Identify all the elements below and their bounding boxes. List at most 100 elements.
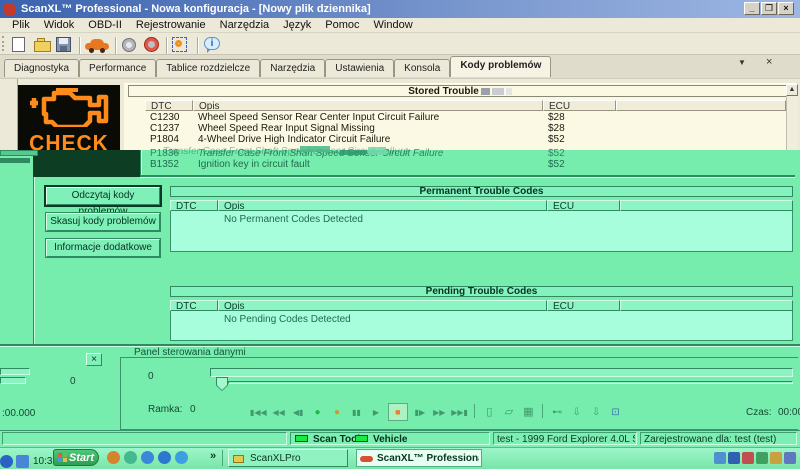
tab-diagnostyka[interactable]: Diagnostyka	[4, 59, 79, 77]
record-icon[interactable]: ●	[310, 405, 325, 421]
table-row[interactable]: C1237 Wheel Speed Rear Input Signal Miss…	[145, 123, 786, 134]
vehicle-icon[interactable]	[85, 36, 111, 53]
about-info-icon[interactable]: i	[204, 36, 222, 53]
tray-icon[interactable]	[728, 452, 740, 464]
new-log-icon[interactable]: ▯	[482, 404, 497, 420]
playback-controls: ▮◀◀ ◀◀ ◀▮ ● ● ▮▮ ▶ ■ ▮▶ ▶▶ ▶▶▮ ▯ ▱ ▦ ⊷ ⇩…	[250, 402, 623, 420]
inspect-icon[interactable]: ⊡	[608, 405, 623, 421]
stored-codes-title: Stored Trouble	[128, 85, 792, 97]
tray-icon[interactable]	[770, 452, 782, 464]
tray-icon[interactable]	[714, 452, 726, 464]
quick-launch-ie-icon[interactable]	[158, 451, 171, 464]
menu-plik[interactable]: Plik	[5, 19, 37, 31]
engine-icon	[26, 87, 112, 127]
tab-performance[interactable]: Performance	[79, 59, 156, 77]
read-codes-button[interactable]: Odczytaj kody problemów	[46, 187, 160, 205]
tray-app-icon[interactable]	[0, 455, 13, 468]
quick-launch-media-icon[interactable]	[175, 451, 188, 464]
glitch-artifact	[0, 150, 38, 156]
skip-back-icon[interactable]: ▮◀◀	[250, 405, 267, 421]
save-log-icon[interactable]: ▦	[521, 404, 536, 420]
rewind-icon[interactable]: ◀◀	[271, 405, 286, 421]
tray-icon[interactable]	[784, 452, 796, 464]
restore-button[interactable]: ❐	[761, 2, 777, 15]
tab-tablice-rozdzielcze[interactable]: Tablice rozdzielcze	[156, 59, 260, 77]
start-button[interactable]: Start	[53, 449, 99, 466]
skip-end-icon[interactable]: ▶▶▮	[451, 405, 468, 421]
table-row[interactable]: P1804 4-Wheel Drive High Indicator Circu…	[145, 134, 786, 145]
fragment-close-icon[interactable]: ×	[86, 353, 102, 366]
status-section-connections: Scan Tool Vehicle	[290, 432, 490, 445]
clear-codes-button[interactable]: Skasuj kody problemów	[46, 213, 160, 231]
tab-scroll-caret-icon[interactable]: ▼	[738, 58, 746, 67]
tray-app-icon[interactable]	[16, 455, 29, 468]
column-ecu[interactable]: ECU	[543, 100, 616, 111]
menu-jezyk[interactable]: Język	[276, 19, 318, 31]
empty-message: No Pending Codes Detected	[224, 314, 351, 325]
separator	[474, 404, 475, 418]
table-row[interactable]: B1352 Ignition key in circuit fault $52	[145, 159, 786, 170]
column-opis[interactable]: Opis	[218, 300, 547, 311]
menu-narzedzia[interactable]: Narzędzia	[213, 19, 277, 31]
pause-icon[interactable]: ▮▮	[349, 405, 364, 421]
quick-launch-icon[interactable]	[124, 451, 137, 464]
dashboard-icon[interactable]	[172, 36, 190, 53]
additional-info-button[interactable]: Informacje dodatkowe	[46, 239, 160, 257]
close-button[interactable]: ×	[778, 2, 794, 15]
stop-icon[interactable]: ■	[388, 403, 408, 421]
quick-launch-icon[interactable]	[141, 451, 154, 464]
column-ecu[interactable]: ECU	[547, 300, 620, 311]
column-ecu[interactable]: ECU	[547, 200, 620, 211]
step-back-icon[interactable]: ◀▮	[291, 405, 306, 421]
disconnect-icon[interactable]	[143, 36, 161, 53]
column-dtc[interactable]: DTC	[170, 200, 218, 211]
play-icon[interactable]: ▶	[368, 405, 383, 421]
open-log-icon[interactable]: ▱	[501, 404, 516, 420]
elapsed-time: :00.000	[2, 408, 35, 419]
column-dtc[interactable]: DTC	[145, 100, 193, 111]
toolbar-grip[interactable]	[2, 36, 5, 51]
glitch-artifact	[368, 147, 386, 155]
column-dtc[interactable]: DTC	[170, 300, 218, 311]
tray-icon[interactable]	[742, 452, 754, 464]
tab-close-icon[interactable]: ×	[766, 56, 772, 68]
panel-top-border	[0, 344, 800, 346]
column-opis[interactable]: Opis	[218, 200, 547, 211]
download-icon[interactable]: ⇩	[589, 405, 604, 421]
tab-konsola[interactable]: Konsola	[394, 59, 450, 77]
export-icon[interactable]: ⊷	[550, 405, 565, 421]
timeline-track[interactable]	[210, 368, 793, 377]
tab-ustawienia[interactable]: Ustawienia	[325, 59, 394, 77]
taskbar-item-folder[interactable]: ScanXLPro	[228, 449, 348, 467]
tray-icon[interactable]	[756, 452, 768, 464]
fast-forward-icon[interactable]: ▶▶	[432, 405, 447, 421]
menu-window[interactable]: Window	[367, 19, 420, 31]
timeline-channel[interactable]	[228, 381, 793, 384]
quick-launch-browser-icon[interactable]	[107, 451, 120, 464]
marker-icon[interactable]: ●	[330, 405, 345, 421]
new-file-icon[interactable]	[12, 36, 26, 53]
open-file-icon[interactable]	[34, 36, 52, 53]
scroll-up-icon[interactable]: ▲	[786, 84, 798, 96]
column-extra	[616, 100, 786, 111]
permanent-table-header: DTC Opis ECU	[170, 200, 793, 211]
menu-widok[interactable]: Widok	[37, 19, 82, 31]
menu-pomoc[interactable]: Pomoc	[318, 19, 366, 31]
frame-label: Ramka:	[148, 404, 182, 415]
save-file-icon[interactable]	[56, 36, 72, 53]
menu-rejestrowanie[interactable]: Rejestrowanie	[129, 19, 213, 31]
menu-obd2[interactable]: OBD-II	[81, 19, 129, 31]
download-icon[interactable]: ⇩	[569, 405, 584, 421]
time-label: Czas:	[746, 407, 772, 418]
step-forward-icon[interactable]: ▮▶	[412, 405, 427, 421]
glitch-artifact	[0, 368, 30, 375]
table-row[interactable]: C1230 Wheel Speed Sensor Rear Center Inp…	[145, 112, 786, 123]
tab-kody-problemow[interactable]: Kody problemów	[450, 56, 551, 77]
column-opis[interactable]: Opis	[193, 100, 543, 111]
pending-table-header: DTC Opis ECU	[170, 300, 793, 311]
quick-launch-overflow-icon[interactable]: »	[210, 450, 216, 462]
taskbar-item-scanxl[interactable]: ScanXL™ Professional...	[356, 449, 482, 467]
minimize-button[interactable]: _	[744, 2, 760, 15]
tab-narzedzia[interactable]: Narzędzia	[260, 59, 325, 77]
connect-icon[interactable]	[121, 36, 139, 53]
